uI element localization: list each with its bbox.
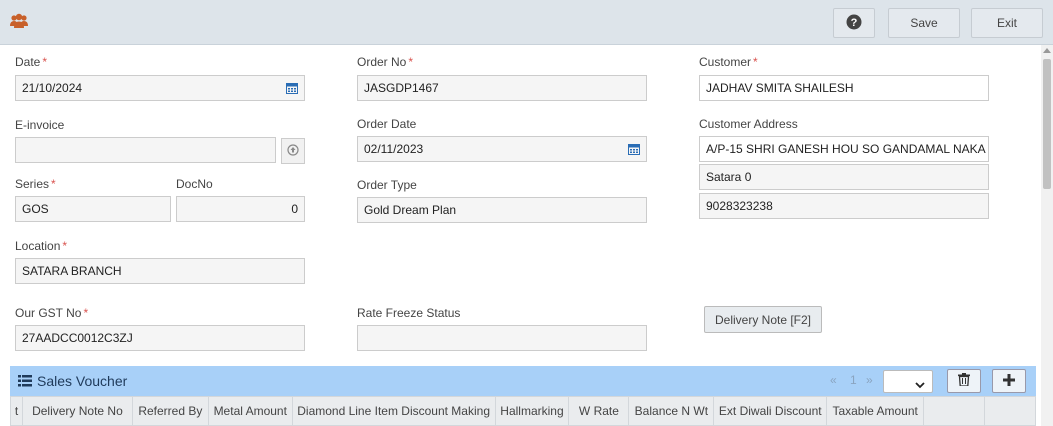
column-header[interactable] — [985, 397, 1035, 425]
address-line2-field[interactable]: Satara 0 — [699, 164, 989, 190]
exit-button[interactable]: Exit — [971, 8, 1043, 38]
column-header[interactable]: Delivery Note No — [23, 397, 133, 425]
customer-field[interactable]: JADHAV SMITA SHAILESH — [699, 75, 989, 101]
voucher-table-header: t Delivery Note No Referred By Metal Amo… — [10, 396, 1036, 426]
svg-text:?: ? — [851, 17, 858, 29]
date-field[interactable]: 21/10/2024 — [15, 75, 305, 101]
gst-label: Our GST No * — [15, 306, 89, 320]
add-row-button[interactable] — [992, 369, 1026, 393]
pager-prev[interactable]: « — [830, 373, 837, 387]
plus-icon — [1003, 373, 1015, 389]
delete-row-button[interactable] — [947, 369, 981, 393]
series-label: Series * — [15, 177, 56, 191]
order-date-label: Order Date — [357, 117, 417, 131]
column-header[interactable]: W Rate — [569, 397, 630, 425]
order-no-label: Order No * — [357, 55, 414, 69]
pager-next[interactable]: » — [866, 373, 873, 387]
list-icon — [18, 375, 32, 390]
question-circle-icon: ? — [846, 14, 862, 33]
users-icon — [10, 13, 28, 32]
page-size-select[interactable] — [883, 370, 933, 393]
vertical-scrollbar[interactable] — [1041, 45, 1053, 426]
order-date-field[interactable]: 02/11/2023 — [357, 136, 647, 162]
docno-field[interactable]: 0 — [176, 196, 305, 222]
chevron-down-icon — [915, 378, 925, 392]
column-header[interactable]: Referred By — [133, 397, 209, 425]
upload-circle-icon — [287, 143, 299, 159]
date-label: Date * — [15, 55, 48, 69]
scrollbar-thumb[interactable] — [1043, 59, 1051, 189]
location-label: Location * — [15, 239, 68, 253]
column-header[interactable]: Taxable Amount — [827, 397, 925, 425]
rate-freeze-label: Rate Freeze Status — [357, 306, 461, 320]
column-header[interactable]: Ext Diwali Discount — [714, 397, 828, 425]
calendar-icon[interactable] — [628, 143, 640, 158]
location-field[interactable]: SATARA BRANCH — [15, 258, 305, 284]
delivery-note-button[interactable]: Delivery Note [F2] — [704, 306, 822, 333]
pager-page[interactable]: 1 — [850, 373, 857, 387]
column-header[interactable]: t — [11, 397, 23, 425]
rate-freeze-field[interactable] — [357, 325, 647, 351]
order-no-field[interactable]: JASGDP1467 — [357, 75, 647, 101]
customer-address-label: Customer Address — [699, 117, 798, 131]
column-header[interactable]: Balance N Wt — [629, 397, 715, 425]
address-line1-field[interactable]: A/P-15 SHRI GANESH HOU SO GANDAMAL NAKA — [699, 136, 989, 162]
column-header[interactable]: Diamond Line Item Discount Making — [293, 397, 496, 425]
help-button[interactable]: ? — [833, 8, 875, 38]
einvoice-upload-button[interactable] — [281, 138, 305, 164]
series-field[interactable]: GOS — [15, 196, 171, 222]
trash-icon — [958, 373, 970, 389]
calendar-icon[interactable] — [286, 82, 298, 97]
docno-label: DocNo — [176, 177, 213, 191]
column-header[interactable] — [924, 397, 986, 425]
save-button[interactable]: Save — [888, 8, 960, 38]
sales-voucher-header: Sales Voucher « 1 » — [10, 366, 1036, 396]
column-header[interactable]: Hallmarking — [496, 397, 570, 425]
column-header[interactable]: Metal Amount — [209, 397, 293, 425]
address-line3-field[interactable]: 9028323238 — [699, 193, 989, 219]
scroll-up-icon[interactable] — [1043, 48, 1051, 53]
order-type-label: Order Type — [357, 178, 417, 192]
sales-voucher-title: Sales Voucher — [37, 373, 128, 389]
order-type-field[interactable]: Gold Dream Plan — [357, 197, 647, 223]
einvoice-field[interactable] — [15, 137, 276, 163]
top-toolbar: ? Save Exit — [0, 0, 1053, 45]
gst-field[interactable]: 27AADCC0012C3ZJ — [15, 325, 305, 351]
customer-label: Customer * — [699, 55, 758, 69]
einvoice-label: E-invoice — [15, 118, 65, 132]
